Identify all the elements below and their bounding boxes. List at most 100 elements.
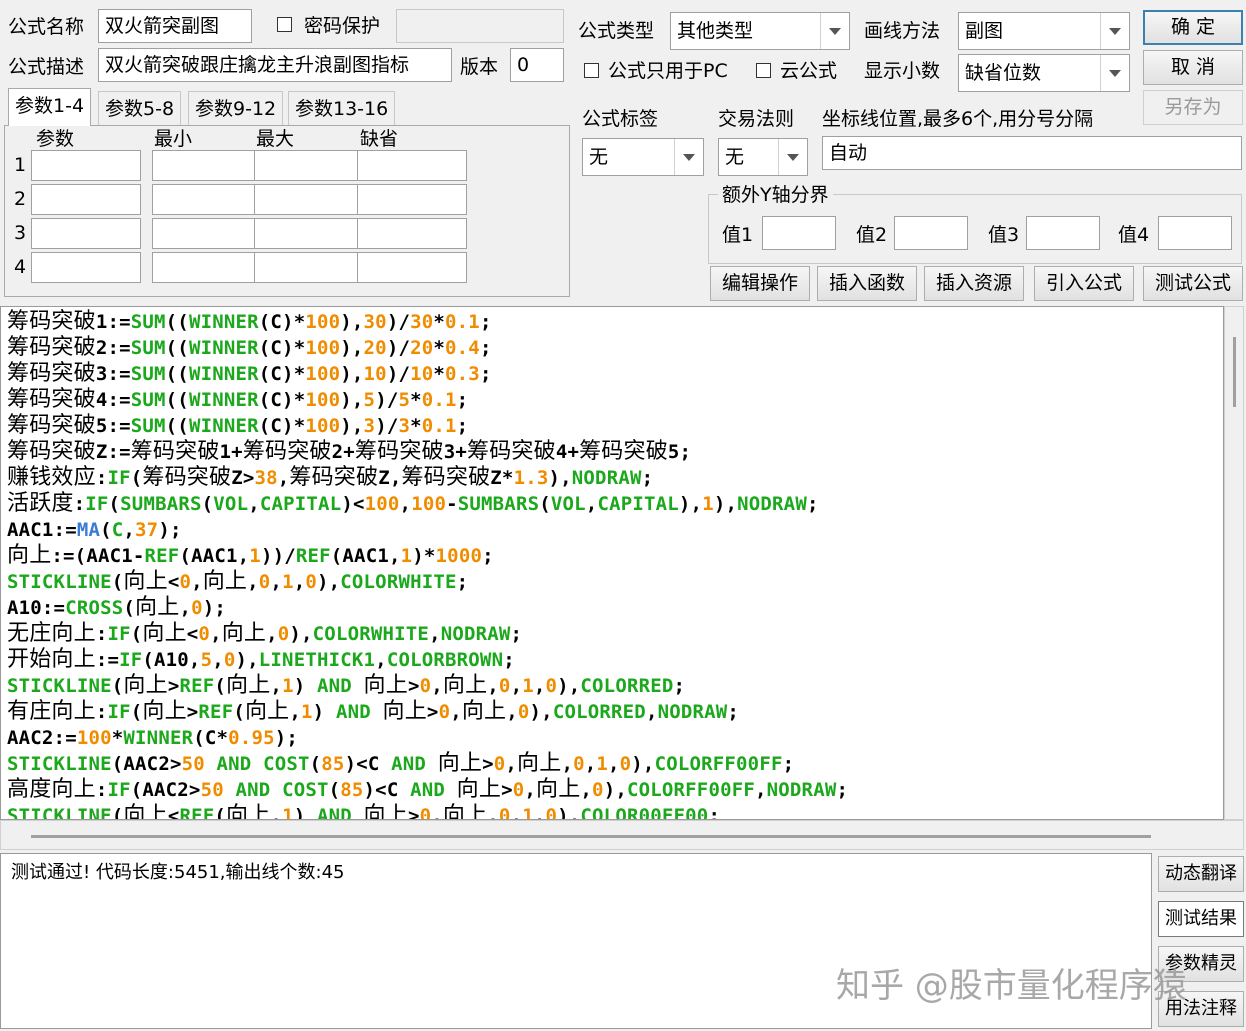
param-cell-input[interactable] [31,150,141,181]
param-cell-input[interactable] [254,150,364,181]
code-number: 20 [363,337,387,359]
param-cell-input[interactable] [254,184,364,215]
code-line[interactable]: 开始向上:=IF(A10,5,0),LINETHICK1,COLORBROWN; [7,647,515,673]
code-text: ( [111,675,124,697]
param-cell-input[interactable] [357,218,467,249]
param-cell-input[interactable] [152,150,262,181]
code-text: 向上 [142,621,187,646]
param-cell-input[interactable] [152,252,262,283]
code-line[interactable]: AAC2:=100*WINNER(C*0.95); [7,725,298,751]
param-cell-input[interactable] [357,252,467,283]
code-line[interactable]: 筹码突破2:=SUM((WINNER(C)*100),20)/20*0.4; [7,335,492,361]
y-value4-label: 值4 [1118,224,1150,246]
code-line[interactable]: 活跃度:IF(SUMBARS(VOL,CAPITAL)<100,100-SUMB… [7,491,819,517]
code-text: A10:= [7,597,66,619]
code-line[interactable]: 向上:=(AAC1-REF(AAC1,1))/REF(AAC1,1)*1000; [7,543,494,569]
code-line[interactable]: STICKLINE(向上>REF(向上,1) AND 向上>0,向上,0,1,0… [7,673,685,699]
param-cell-input[interactable] [31,218,141,249]
code-line[interactable]: 无庄向上:IF(向上<0,向上,0),COLORWHITE,NODRAW; [7,621,522,647]
code-line[interactable]: AAC1:=MA(C,37); [7,517,182,543]
tag-select[interactable]: 无 [582,138,704,176]
dynamic-translate-button[interactable]: 动态翻译 [1158,856,1244,892]
test-formula-button[interactable]: 测试公式 [1143,266,1243,301]
password-checkbox[interactable] [277,17,292,32]
code-line[interactable]: STICKLINE(向上<0,向上,0,1,0),COLORWHITE; [7,569,468,595]
tab-params-9-12[interactable]: 参数9-12 [188,91,284,125]
code-text: (C)* [258,337,306,359]
code-text: , [645,701,658,723]
code-text: ) [312,701,336,723]
tab-params-5-8[interactable]: 参数5-8 [98,91,182,125]
scrollbar-thumb[interactable] [1233,337,1236,407]
formula-desc-input[interactable]: 双火箭突破跟庄擒龙主升浪副图指标 [98,48,452,82]
formula-name-input[interactable]: 双火箭突副图 [98,9,252,43]
tab-params-13-16[interactable]: 参数13-16 [288,91,396,125]
code-number: 0 [512,779,525,801]
code-number: 0 [592,779,604,801]
code-text: )/ [375,389,399,411]
draw-method-select[interactable]: 副图 [958,12,1130,50]
code-number: 100 [305,311,341,333]
code-line[interactable]: 有庄向上:IF(向上>REF(向上,1) AND 向上>0,向上,0),COLO… [7,699,739,725]
edit-ops-button[interactable]: 编辑操作 [710,266,810,301]
y-value1-input[interactable] [762,216,836,250]
chevron-down-icon[interactable] [1100,13,1129,49]
ok-button[interactable]: 确 定 [1143,10,1243,45]
param-cell-input[interactable] [152,218,262,249]
code-line[interactable]: 筹码突破Z:=筹码突破1+筹码突破2+筹码突破3+筹码突破4+筹码突破5; [7,439,691,465]
code-line[interactable]: 高度向上:IF(AAC2>50 AND COST(85)<C AND 向上>0,… [7,777,848,803]
version-input[interactable]: 0 [510,48,564,82]
horizontal-scrollbar[interactable] [0,820,1244,850]
scrollbar-thumb[interactable] [31,835,1151,838]
y-value3-input[interactable] [1026,216,1100,250]
code-number: 1 [249,545,261,567]
insert-resource-button[interactable]: 插入资源 [924,266,1024,301]
code-line[interactable]: 筹码突破4:=SUM((WINNER(C)*100),5)/5*0.1; [7,387,468,413]
y-value4-input[interactable] [1158,216,1232,250]
code-text: ; [782,753,795,775]
code-text: * [410,389,422,411]
test-result-button[interactable]: 测试结果 [1158,901,1244,937]
pc-only-checkbox[interactable] [584,63,599,78]
formula-type-select[interactable]: 其他类型 [670,12,850,50]
param-cell-input[interactable] [152,184,262,215]
code-text: , [212,649,224,671]
chevron-down-icon[interactable] [820,13,849,49]
param-cell-input[interactable] [31,252,141,283]
code-line[interactable]: 筹码突破3:=SUM((WINNER(C)*100),10)/10*0.3; [7,361,492,387]
tab-params-1-4[interactable]: 参数1-4 [8,88,92,126]
code-line[interactable]: A10:=CROSS(向上,0); [7,595,226,621]
cloud-checkbox[interactable] [756,63,771,78]
param-cell-input[interactable] [31,184,141,215]
code-editor[interactable]: 筹码突破1:=SUM((WINNER(C)*100),30)/30*0.1; 筹码… [0,306,1224,820]
code-number: 100 [411,493,447,515]
chevron-down-icon[interactable] [674,139,703,175]
code-text: 向上 [123,569,168,594]
code-line[interactable]: STICKLINE(AAC2>50 AND COST(85)<C AND 向上>… [7,751,794,777]
code-line[interactable]: 赚钱效应:IF(筹码突破Z>38,筹码突破Z,筹码突破Z*1.3),NODRAW… [7,465,653,491]
param-cell-input[interactable] [357,150,467,181]
trade-rule-select[interactable]: 无 [718,138,808,176]
chevron-down-icon[interactable] [778,139,807,175]
chevron-down-icon[interactable] [1100,55,1129,91]
decimal-select[interactable]: 缺省位数 [958,54,1130,92]
vertical-scrollbar[interactable] [1224,306,1244,820]
import-formula-button[interactable]: 引入公式 [1034,266,1134,301]
password-label: 密码保护 [304,15,381,37]
code-text: (AAC2> [130,779,201,801]
param-cell-input[interactable] [357,184,467,215]
insert-function-button[interactable]: 插入函数 [817,266,917,301]
param-cell-input[interactable] [254,218,364,249]
code-number: 10 [363,363,387,385]
code-line[interactable]: STICKLINE(向上<REF(向上,1) AND 向上>0,向上,0,1,0… [7,803,720,819]
axis-input[interactable]: 自动 [822,136,1242,170]
y-value2-input[interactable] [894,216,968,250]
cancel-button[interactable]: 取 消 [1143,50,1243,85]
code-text: 筹码突破 [467,439,556,464]
code-line[interactable]: 筹码突破1:=SUM((WINNER(C)*100),30)/30*0.1; [7,309,492,335]
code-line[interactable]: 筹码突破5:=SUM((WINNER(C)*100),3)/3*0.1; [7,413,468,439]
code-keyword: SUM [130,311,166,333]
param-cell-input[interactable] [254,252,364,283]
